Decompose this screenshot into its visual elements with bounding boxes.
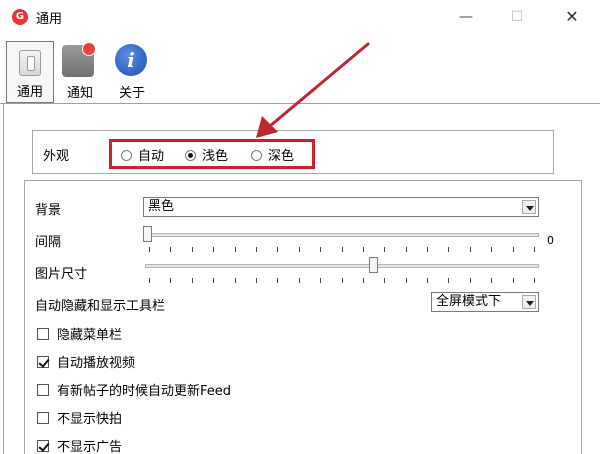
autoplay-video-label: 自动播放视频 (57, 356, 136, 371)
slider-tick (192, 278, 193, 283)
slider-tick (384, 278, 385, 283)
close-button[interactable]: ✕ (552, 4, 592, 30)
theme-dark-radio[interactable]: 深色 (251, 145, 294, 164)
checkbox-indicator (37, 412, 49, 424)
autohide-label: 自动隐藏和显示工具栏 (35, 299, 166, 314)
hide-ads-label: 不显示广告 (57, 440, 123, 454)
slider-tick (534, 278, 535, 283)
slider-tick (256, 247, 257, 252)
slider-tick (513, 247, 514, 252)
slider-tick (299, 278, 300, 283)
spacing-slider-track[interactable] (145, 233, 539, 237)
theme-dark-label: 深色 (268, 149, 295, 164)
radio-indicator (185, 150, 196, 161)
tab-general[interactable]: 通用 (6, 41, 54, 103)
chevron-down-icon (522, 200, 536, 214)
radio-indicator (251, 150, 262, 161)
tab-about-label: 关于 (118, 86, 145, 101)
slider-tick (491, 278, 492, 283)
chevron-down-icon (522, 295, 536, 309)
checkbox-indicator (37, 328, 49, 340)
slider-tick (470, 247, 471, 252)
radio-indicator (121, 150, 132, 161)
left-border (0, 104, 4, 454)
appearance-group: 外观 自动 浅色 深色 (32, 130, 554, 174)
slider-tick (427, 247, 428, 252)
spacing-value: 0 (547, 234, 554, 247)
slider-tick (513, 278, 514, 283)
theme-auto-label: 自动 (138, 149, 165, 164)
hide-ads-checkbox[interactable]: 不显示广告 (37, 436, 122, 454)
slider-tick (170, 278, 171, 283)
app-logo-icon: G (12, 9, 28, 25)
theme-light-label: 浅色 (202, 149, 229, 164)
hide-menubar-checkbox[interactable]: 隐藏菜单栏 (37, 324, 122, 343)
slider-tick (149, 278, 150, 283)
appearance-label: 外观 (43, 149, 70, 164)
slider-tick (363, 278, 364, 283)
slider-tick (213, 247, 214, 252)
slider-tick (213, 278, 214, 283)
image-size-slider-thumb[interactable] (369, 257, 378, 273)
image-size-slider-ticks-top (149, 253, 535, 259)
hide-menubar-label: 隐藏菜单栏 (57, 328, 123, 343)
slider-tick (342, 247, 343, 252)
spacing-label: 间隔 (35, 235, 62, 250)
maximize-button[interactable]: ☐ (497, 4, 537, 30)
autohide-select[interactable]: 全屏模式下 (431, 292, 539, 312)
slider-tick (470, 278, 471, 283)
background-select-value: 黑色 (148, 199, 175, 214)
slider-tick (235, 278, 236, 283)
image-size-slider-ticks (149, 278, 535, 284)
slider-tick (491, 247, 492, 252)
general-settings-icon (19, 50, 41, 76)
checkbox-indicator (37, 384, 49, 396)
image-size-label: 图片尺寸 (35, 267, 88, 282)
tab-notifications[interactable]: 通知 (56, 41, 104, 103)
tab-about[interactable]: i 关于 (108, 41, 156, 103)
minimize-button[interactable]: — (446, 4, 486, 30)
checkbox-indicator (37, 440, 49, 452)
tab-notifications-label: 通知 (66, 86, 93, 101)
slider-tick (149, 247, 150, 252)
auto-refresh-feed-checkbox[interactable]: 有新帖子的时候自动更新Feed (37, 380, 231, 399)
theme-light-radio[interactable]: 浅色 (185, 145, 228, 164)
slider-tick (320, 247, 321, 252)
autohide-select-value: 全屏模式下 (436, 294, 502, 309)
slider-tick (192, 247, 193, 252)
notification-badge-icon (82, 42, 96, 56)
slider-tick (384, 247, 385, 252)
spacing-slider-thumb[interactable] (143, 226, 152, 242)
slider-tick (277, 247, 278, 252)
hide-stories-label: 不显示快拍 (57, 412, 123, 427)
slider-tick (534, 247, 535, 252)
slider-tick (448, 278, 449, 283)
slider-tick (170, 247, 171, 252)
background-label: 背景 (35, 203, 62, 218)
checkbox-indicator (37, 356, 49, 368)
window-title: 通用 (36, 12, 63, 27)
auto-refresh-feed-label: 有新帖子的时候自动更新Feed (57, 384, 232, 399)
slider-tick (256, 278, 257, 283)
tab-general-label: 通用 (16, 85, 43, 100)
slider-tick (427, 278, 428, 283)
toolbar: 通用 通知 i 关于 (0, 34, 600, 104)
autoplay-video-checkbox[interactable]: 自动播放视频 (37, 352, 135, 371)
slider-tick (406, 247, 407, 252)
settings-group: 背景 黑色 间隔 0 图片尺寸 自动隐藏和显示工具栏 全屏模式下 隐藏菜单栏 自… (24, 180, 582, 454)
slider-tick (320, 278, 321, 283)
info-icon: i (115, 44, 147, 76)
slider-tick (406, 278, 407, 283)
slider-tick (277, 278, 278, 283)
theme-auto-radio[interactable]: 自动 (121, 145, 164, 164)
slider-tick (448, 247, 449, 252)
slider-tick (235, 247, 236, 252)
slider-tick (363, 247, 364, 252)
slider-tick (342, 278, 343, 283)
image-size-slider-track[interactable] (145, 264, 539, 268)
hide-stories-checkbox[interactable]: 不显示快拍 (37, 408, 122, 427)
title-bar: G 通用 — ☐ ✕ (0, 0, 600, 34)
slider-tick (299, 247, 300, 252)
background-select[interactable]: 黑色 (143, 197, 539, 217)
